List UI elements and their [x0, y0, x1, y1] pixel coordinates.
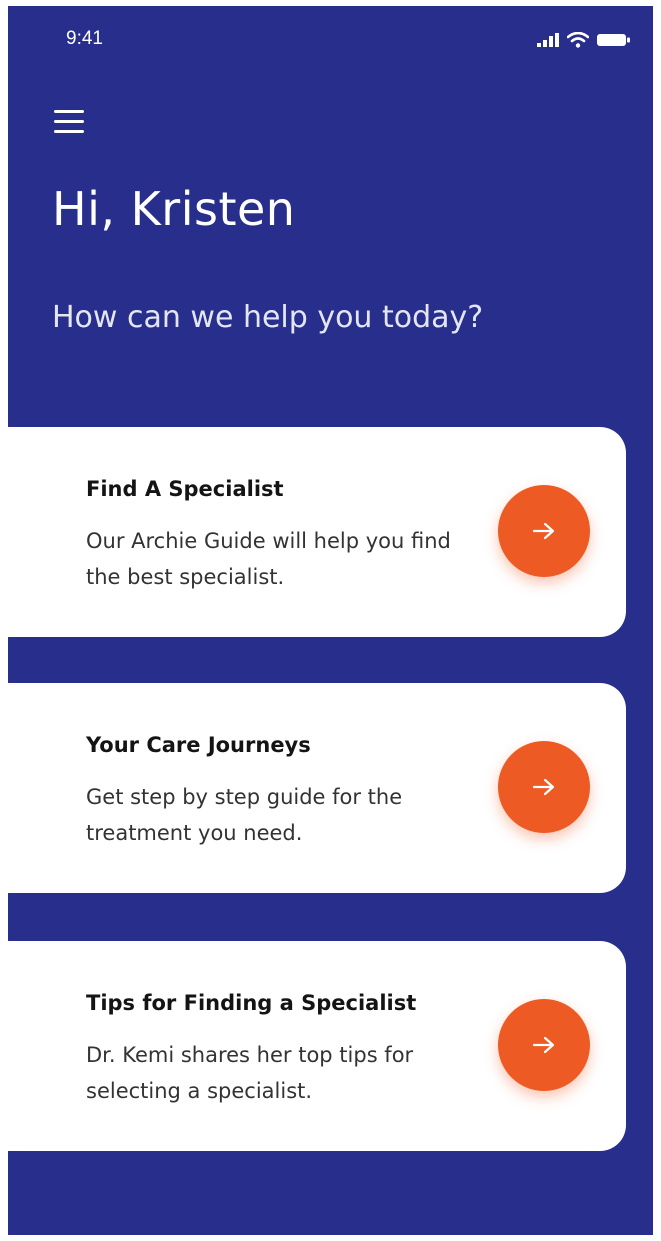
menu-icon[interactable] [54, 110, 84, 134]
status-icons [537, 32, 631, 48]
card-care-journeys[interactable]: Your Care Journeys Get step by step guid… [8, 683, 626, 893]
arrow-right-icon [532, 778, 555, 796]
status-bar: 9:41 [8, 6, 653, 76]
app-screen: 9:41 Hi, Kristen How can we help you tod… [8, 6, 653, 1235]
battery-icon [597, 34, 630, 46]
arrow-right-icon [532, 522, 555, 540]
card-arrow-button[interactable] [498, 999, 590, 1091]
card-title: Find A Specialist [86, 477, 284, 501]
card-find-specialist[interactable]: Find A Specialist Our Archie Guide will … [8, 427, 626, 637]
card-description: Dr. Kemi shares her top tips for selecti… [86, 1043, 414, 1103]
help-subtitle: How can we help you today? [52, 300, 484, 335]
status-time: 9:41 [66, 28, 103, 49]
card-description: Get step by step guide for the treatment… [86, 785, 403, 845]
card-arrow-button[interactable] [498, 741, 590, 833]
arrow-right-icon [532, 1036, 555, 1054]
card-arrow-button[interactable] [498, 485, 590, 577]
card-title: Your Care Journeys [86, 733, 311, 757]
card-description: Our Archie Guide will help you find the … [86, 529, 451, 589]
signal-icon [537, 33, 559, 47]
wifi-icon [567, 32, 589, 48]
greeting: Hi, Kristen [52, 182, 296, 236]
card-title: Tips for Finding a Specialist [86, 991, 417, 1015]
card-specialist-tips[interactable]: Tips for Finding a Specialist Dr. Kemi s… [8, 941, 626, 1151]
